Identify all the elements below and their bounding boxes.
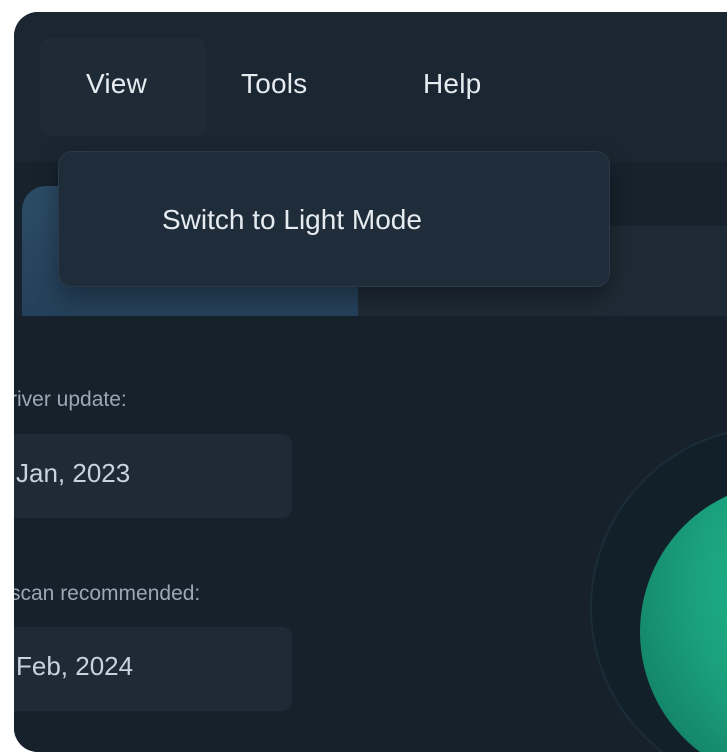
menu-view[interactable]: View — [86, 68, 147, 100]
last-driver-update-value: Jan, 2023 — [16, 458, 131, 488]
next-scan-value: Feb, 2024 — [16, 651, 134, 681]
app-window: View Tools Help nostics river update: Ja… — [14, 12, 727, 752]
menu-help[interactable]: Help — [423, 68, 481, 100]
next-scan-label: scan recommended: — [14, 582, 201, 605]
menu-bar: View Tools Help — [14, 12, 727, 163]
menu-tools[interactable]: Tools — [241, 68, 307, 100]
last-driver-update-label: river update: — [14, 388, 127, 411]
view-menu-dropdown: Switch to Light Mode — [58, 151, 610, 287]
switch-to-light-mode-item[interactable]: Switch to Light Mode — [162, 204, 422, 236]
last-driver-update-field: Jan, 2023 — [14, 434, 292, 518]
next-scan-field: Feb, 2024 — [14, 627, 292, 711]
